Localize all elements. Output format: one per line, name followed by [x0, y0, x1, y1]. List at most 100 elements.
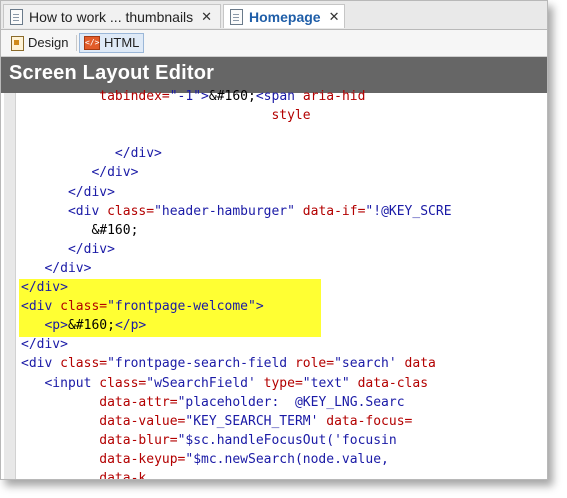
tab-homepage[interactable]: Homepage ✕: [223, 4, 345, 28]
code-line: <div class="frontpage-welcome">: [21, 297, 264, 316]
document-icon: [230, 8, 243, 25]
code-line: </div>: [21, 335, 68, 354]
design-icon: [11, 35, 24, 51]
code-token: &#160;: [67, 318, 115, 334]
code-token: "frontpage-search-field: [107, 356, 295, 372]
code-token: data-value=: [99, 413, 186, 429]
code-token: data-if=: [302, 203, 366, 219]
code-token: "placeholder: @KEY_LNG.Searc: [177, 394, 405, 410]
document-icon: [10, 8, 23, 25]
code-token: role=: [294, 356, 335, 372]
code-line: <input class="wSearchField' type="text" …: [21, 374, 428, 393]
code-line: </div>: [21, 259, 91, 278]
code-token: </div>: [67, 241, 115, 257]
code-line: data-blur="$sc.handleFocusOut('focusin: [21, 431, 397, 450]
tab-bar: How to work ... thumbnails ✕ Homepage ✕: [1, 1, 547, 30]
code-token: <span: [255, 89, 303, 104]
code-token: </div>: [67, 184, 115, 200]
tab-label: How to work ... thumbnails: [29, 8, 194, 25]
code-token: </div>: [91, 165, 139, 181]
code-line: </div>: [21, 144, 162, 163]
code-token: <div: [21, 356, 61, 372]
code-line: data-value="KEY_SEARCH_TERM' data-focus=: [21, 412, 412, 431]
code-token: "!@KEY_SCRE: [365, 203, 452, 219]
code-token: </p>: [114, 318, 147, 334]
editor-title: Screen Layout Editor: [9, 62, 215, 84]
code-token: class=: [60, 356, 108, 372]
code-token: "-1": [169, 89, 202, 104]
code-token: data-focus=: [326, 413, 413, 429]
code-token: "$sc.handleFocusOut('focusin: [177, 432, 397, 448]
code-token: data-attr=: [99, 394, 178, 410]
code-token: >: [201, 89, 209, 104]
code-line: </div>: [21, 163, 138, 182]
code-token: "KEY_SEARCH_TERM': [185, 413, 327, 429]
code-line: data-attr="placeholder: @KEY_LNG.Searc: [21, 393, 405, 412]
design-mode-button[interactable]: Design: [7, 33, 72, 53]
code-token: </div>: [21, 280, 68, 295]
code-text[interactable]: tabindex="-1">&#160;<span aria-hid style…: [21, 89, 547, 480]
code-token: "wSearchField': [146, 375, 264, 391]
tab-label: Homepage: [249, 8, 321, 25]
code-token: &#160;: [208, 89, 256, 104]
code-line: </div>: [21, 240, 115, 259]
code-token: class=: [60, 299, 108, 315]
code-token: aria-hid: [302, 89, 366, 104]
code-token: "text": [302, 375, 358, 391]
code-line: <p>&#160;</p>: [21, 316, 146, 335]
code-token: >: [255, 299, 264, 315]
code-token: <p>: [44, 318, 68, 334]
code-token: class=: [99, 375, 147, 391]
close-icon[interactable]: ✕: [201, 6, 212, 28]
editor-mode-bar: Design </> HTML: [1, 30, 547, 57]
code-token: "frontpage-welcome": [107, 299, 256, 315]
code-token: data: [404, 356, 436, 372]
code-line: </div>: [21, 278, 68, 297]
code-token: "search': [334, 356, 405, 372]
editor-gutter: [4, 93, 16, 479]
code-token: "$mc.newSearch(node.value,: [185, 451, 389, 467]
code-line: data-k...: [21, 469, 170, 480]
html-icon: </>: [84, 36, 100, 50]
code-token: <div: [67, 203, 108, 219]
html-mode-label: HTML: [104, 35, 140, 50]
html-mode-button[interactable]: </> HTML: [79, 33, 145, 53]
code-token: </div>: [44, 260, 92, 276]
code-token: </div>: [21, 337, 68, 353]
code-line: </div>: [21, 183, 115, 202]
code-token: <input: [44, 375, 100, 391]
code-token: type=: [263, 375, 303, 391]
design-mode-label: Design: [28, 35, 69, 50]
code-token: tabindex=: [99, 89, 170, 104]
code-line: &#160;: [21, 221, 138, 240]
code-token: &#160;: [91, 222, 139, 238]
code-token: data-clas: [357, 375, 429, 391]
tab-how-to-work-thumbnails[interactable]: How to work ... thumbnails ✕: [3, 4, 221, 28]
code-line: tabindex="-1">&#160;<span aria-hid: [21, 87, 365, 106]
code-line: style: [21, 106, 310, 125]
code-token: data-keyup=: [99, 451, 186, 467]
code-editor[interactable]: tabindex="-1">&#160;<span aria-hid style…: [1, 89, 547, 480]
code-token: class=: [107, 203, 155, 219]
close-icon[interactable]: ✕: [329, 6, 340, 28]
code-token: "header-hamburger": [154, 203, 303, 219]
code-token: </div>: [114, 146, 162, 162]
code-token: data-k...: [99, 471, 170, 480]
editor-window: How to work ... thumbnails ✕ Homepage ✕ …: [0, 0, 548, 480]
